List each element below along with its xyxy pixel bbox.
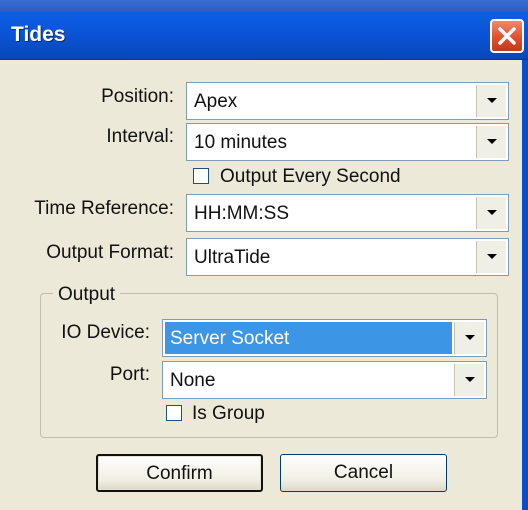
output-format-value: UltraTide bbox=[194, 247, 271, 268]
output-format-label: Output Format: bbox=[46, 242, 174, 263]
dialog-body: Position: Apex Interval: 10 minutes Outp… bbox=[0, 60, 522, 510]
position-label: Position: bbox=[101, 86, 174, 107]
time-reference-label: Time Reference: bbox=[34, 198, 174, 219]
interval-select[interactable]: 10 minutes bbox=[186, 123, 509, 161]
output-group-legend: Output bbox=[53, 284, 121, 306]
output-format-dropdown-button[interactable] bbox=[476, 241, 506, 273]
chevron-down-icon bbox=[486, 210, 497, 215]
chevron-down-icon bbox=[486, 254, 497, 259]
position-select[interactable]: Apex bbox=[186, 82, 509, 120]
interval-dropdown-button[interactable] bbox=[476, 126, 506, 158]
output-format-select[interactable]: UltraTide bbox=[186, 238, 509, 276]
title-bar[interactable]: Tides bbox=[0, 12, 528, 60]
chevron-down-icon bbox=[464, 335, 475, 340]
port-label: Port: bbox=[109, 364, 150, 385]
io-device-dropdown-button[interactable] bbox=[454, 322, 484, 354]
output-every-second-checkbox[interactable] bbox=[193, 168, 209, 184]
time-reference-select[interactable]: HH:MM:SS bbox=[186, 194, 509, 232]
output-every-second-label: Output Every Second bbox=[220, 166, 401, 187]
position-value: Apex bbox=[194, 91, 238, 112]
port-value: None bbox=[170, 370, 216, 391]
interval-label: Interval: bbox=[106, 126, 174, 147]
position-dropdown-button[interactable] bbox=[476, 85, 506, 117]
is-group-label: Is Group bbox=[192, 403, 265, 424]
chevron-down-icon bbox=[464, 377, 475, 382]
cancel-button[interactable]: Cancel bbox=[280, 454, 447, 492]
close-button[interactable] bbox=[490, 19, 524, 53]
is-group-checkbox[interactable] bbox=[166, 405, 182, 421]
io-device-label: IO Device: bbox=[61, 322, 150, 343]
window-right-border bbox=[522, 60, 528, 510]
chevron-down-icon bbox=[486, 98, 497, 103]
interval-value: 10 minutes bbox=[194, 132, 287, 153]
port-dropdown-button[interactable] bbox=[454, 364, 484, 396]
background-window-strip bbox=[0, 0, 528, 12]
close-x-icon bbox=[498, 27, 516, 45]
time-reference-value: HH:MM:SS bbox=[194, 203, 289, 224]
chevron-down-icon bbox=[486, 139, 497, 144]
confirm-button[interactable]: Confirm bbox=[96, 454, 263, 492]
io-device-value: Server Socket bbox=[170, 328, 290, 349]
time-reference-dropdown-button[interactable] bbox=[476, 197, 506, 229]
port-select[interactable]: None bbox=[162, 361, 487, 399]
io-device-select[interactable]: Server Socket bbox=[162, 319, 487, 357]
window-title: Tides bbox=[11, 23, 66, 46]
